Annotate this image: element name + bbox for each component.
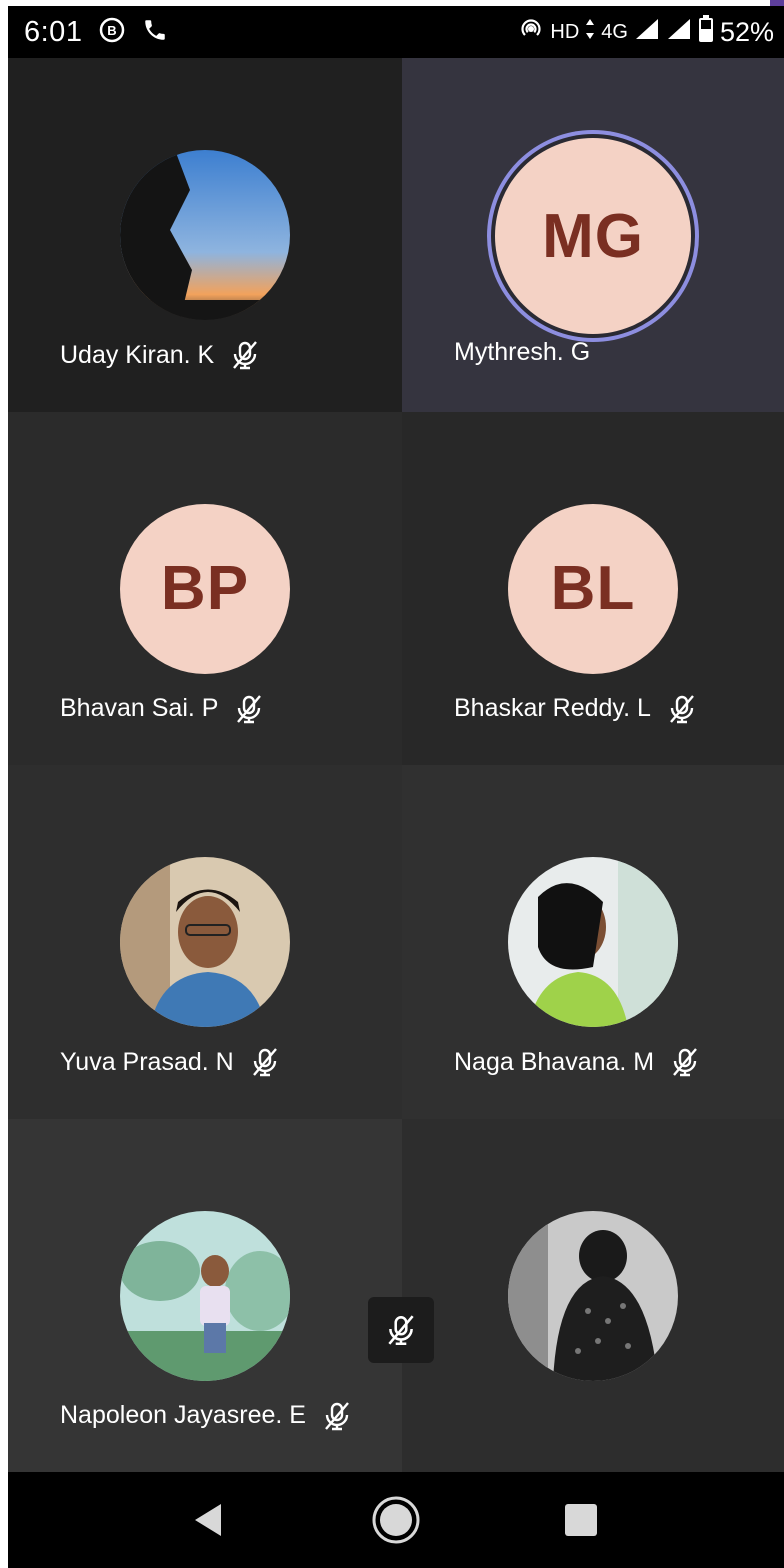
- home-circle-icon: [372, 1496, 420, 1544]
- participant-name-row: Napoleon Jayasree. E: [60, 1399, 354, 1433]
- participant-tile[interactable]: Napoleon Jayasree. E: [8, 1118, 402, 1472]
- avatar: [120, 857, 290, 1027]
- woman-photo-icon: [508, 857, 678, 1027]
- participant-tile[interactable]: BL Bhaskar Reddy. L: [402, 411, 784, 765]
- mic-muted-icon: [252, 1048, 277, 1077]
- mic-muted-icon: [325, 1401, 349, 1430]
- mic-muted-icon: [673, 1048, 698, 1077]
- participant-tile[interactable]: BP Bhavan Sai. P: [8, 411, 402, 765]
- back-button[interactable]: [181, 1490, 241, 1550]
- participant-grid: Uday Kiran. K MG Mythresh. G BP Bhavan S…: [8, 58, 784, 1472]
- data-arrows-icon: [585, 18, 595, 46]
- participant-tile[interactable]: Naga Bhavana. M: [402, 765, 784, 1119]
- participant-name-row: Bhaskar Reddy. L: [454, 692, 699, 726]
- recents-button[interactable]: [551, 1490, 611, 1550]
- svg-text:B: B: [108, 23, 117, 38]
- participant-tile[interactable]: [402, 1118, 784, 1472]
- participant-name: Bhaskar Reddy. L: [454, 694, 651, 722]
- mute-toggle-button[interactable]: [368, 1297, 434, 1363]
- participant-name: Naga Bhavana. M: [454, 1047, 655, 1076]
- mic-muted-icon: [237, 694, 262, 723]
- mic-muted-icon: [669, 694, 694, 723]
- man-photo-icon: [120, 857, 290, 1027]
- signal-icon: [634, 17, 660, 47]
- status-time: 6:01: [24, 15, 83, 48]
- avatar: [508, 1210, 678, 1381]
- avatar: [120, 150, 290, 320]
- participant-name: Uday Kiran. K: [60, 340, 215, 369]
- network-type-label: 4G: [601, 20, 628, 43]
- mic-muted-icon: [388, 1315, 414, 1346]
- recents-square-icon: [565, 1504, 598, 1536]
- avatar: [120, 1210, 290, 1381]
- participant-tile[interactable]: Uday Kiran. K: [8, 58, 402, 412]
- battery-icon: [698, 15, 714, 49]
- participant-name-row: Uday Kiran. K: [60, 338, 262, 372]
- participant-name: Yuva Prasad. N: [60, 1047, 234, 1076]
- participant-name-row: Yuva Prasad. N: [60, 1045, 282, 1079]
- avatar-initials: BL: [508, 503, 678, 674]
- participant-name-row: Bhavan Sai. P: [60, 692, 266, 726]
- battery-percent: 52%: [719, 16, 774, 47]
- mic-muted-icon: [233, 341, 258, 370]
- phone-call-icon: [142, 17, 168, 48]
- avatar-initials: MG: [495, 138, 691, 334]
- network-hd-label: HD: [550, 20, 580, 43]
- participant-name: Napoleon Jayasree. E: [60, 1401, 306, 1429]
- status-bar: 6:01 B HD 4G 52%: [8, 6, 784, 58]
- sunset-photo-icon: [120, 150, 290, 320]
- business-chat-icon: B: [98, 16, 126, 49]
- anime-photo-icon: [120, 1210, 290, 1381]
- back-triangle-icon: [194, 1504, 221, 1536]
- participant-name: Bhavan Sai. P: [60, 694, 219, 722]
- participant-name-row: Naga Bhavana. M: [454, 1045, 702, 1079]
- system-nav-bar: [8, 1472, 784, 1568]
- home-button[interactable]: [366, 1490, 426, 1550]
- avatar: [508, 857, 678, 1027]
- participant-tile-speaking[interactable]: MG Mythresh. G: [402, 58, 784, 412]
- avatar-initials: BP: [120, 503, 290, 674]
- participant-name: Mythresh. G: [454, 338, 591, 366]
- participant-name-row: Mythresh. G: [454, 338, 590, 367]
- statue-photo-icon: [508, 1210, 678, 1381]
- hotspot-icon: [518, 16, 544, 48]
- participant-tile[interactable]: Yuva Prasad. N: [8, 765, 402, 1119]
- signal-icon-2: [666, 17, 692, 47]
